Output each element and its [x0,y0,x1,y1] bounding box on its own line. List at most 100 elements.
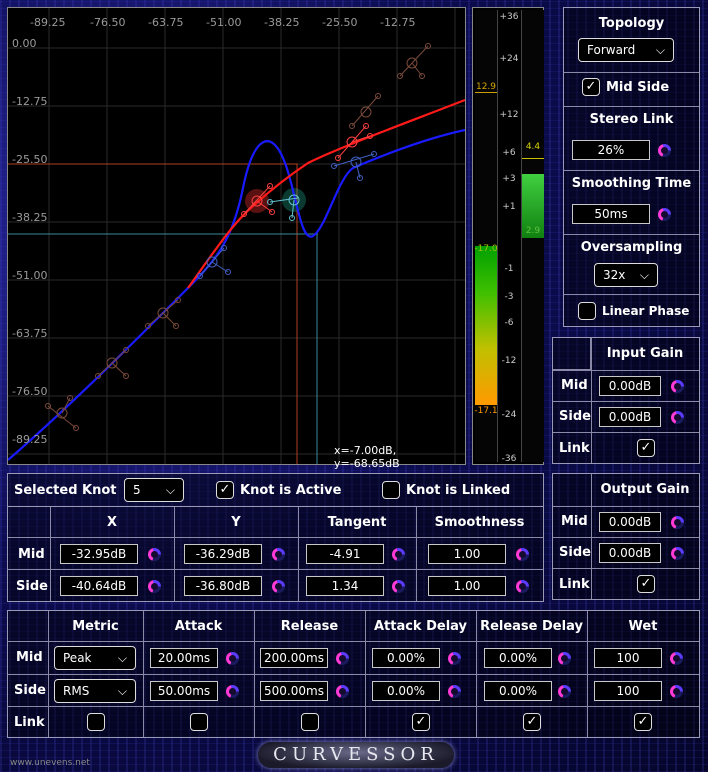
mid-side-label: Mid Side [606,80,670,95]
output-gain-side-field[interactable]: 0.00dB [599,543,661,563]
x-tick: -38.25 [264,16,300,29]
dyn-mid-release-delay-field[interactable]: 0.00% [484,648,552,668]
knot-mid-y-knob[interactable] [272,548,285,561]
input-gain-mid-label: Mid [561,378,588,393]
dyn-side-attack-knob[interactable] [226,685,239,698]
linear-phase-label: Linear Phase [602,304,690,318]
dyn-link-metric-checkbox[interactable] [87,713,105,731]
dyn-link-release-delay-checkbox[interactable]: ✓ [523,713,541,731]
knot-mid-x-knob[interactable] [148,548,161,561]
knot-mid-tangent-field[interactable]: -4.91 [306,544,384,564]
dyn-link-wet-checkbox[interactable]: ✓ [634,713,652,731]
dyn-side-metric-dropdown[interactable]: RMS ⌵ [54,679,136,703]
output-gain-mid-knob[interactable] [671,516,684,529]
output-gain-mid-field[interactable]: 0.00dB [599,512,661,532]
dyn-mid-release-field[interactable]: 200.00ms [260,648,328,668]
dyn-side-release-delay-field[interactable]: 0.00% [484,681,552,701]
knot-mid-label: Mid [18,547,45,562]
knot-side-smoothness-field[interactable]: 1.00 [428,576,506,596]
dyn-link-release-checkbox[interactable] [301,713,319,731]
chevron-down-icon: ⌵ [639,268,649,282]
meter-scale: +36 +24 +12 +6 +3 +1 -1 -3 -6 -12 -24 -3… [499,12,519,464]
input-gain-side-label: Side [559,409,591,424]
dyn-mid-metric-dropdown[interactable]: Peak ⌵ [54,646,136,670]
input-gain-side-field[interactable]: 0.00dB [599,407,661,427]
y-tick: -38.25 [12,211,48,224]
oversampling-title: Oversampling [580,240,683,255]
x-tick: -89.25 [30,16,66,29]
dyn-mid-attack-field[interactable]: 20.00ms [150,648,218,668]
output-gain-link-checkbox[interactable]: ✓ [637,575,655,593]
dynamics-table: Metric Attack Release Attack Delay Relea… [7,610,700,738]
dyn-mid-release-knob[interactable] [336,652,349,665]
website-link[interactable]: www.unevens.net [10,758,90,768]
input-gain-panel: Input Gain Mid 0.00dB Side 0.00dB Link ✓ [552,337,700,464]
output-gain-panel: Output Gain Mid 0.00dB Side 0.00dB Link … [552,473,700,600]
dyn-mid-attack-delay-field[interactable]: 0.00% [372,648,440,668]
dyn-mid-release-delay-knob[interactable] [558,652,571,665]
selected-knot-dropdown[interactable]: 5 ⌵ [124,478,184,502]
stereo-link-knob[interactable] [658,144,671,157]
y-tick: -89.25 [12,433,48,446]
knot-mid-y-field[interactable]: -36.29dB [184,544,262,564]
dyn-side-release-field[interactable]: 500.00ms [260,681,328,701]
curvessor-logo: CURVESSOR [258,742,454,768]
knot-mid-smoothness-knob[interactable] [516,548,529,561]
input-gain-mid-knob[interactable] [671,380,684,393]
y-tick: -63.75 [12,327,48,340]
dyn-col-attack: Attack [174,619,223,634]
knot-mid-x-field[interactable]: -32.95dB [60,544,138,564]
smoothing-knob[interactable] [658,208,671,221]
knot-col-tangent: Tangent [327,515,387,530]
dyn-link-attack-checkbox[interactable] [190,713,208,731]
dyn-mid-wet-knob[interactable] [670,652,683,665]
output-gain-link-label: Link [559,577,590,592]
topology-dropdown[interactable]: Forward ⌵ [578,38,674,62]
knot-active-checkbox[interactable]: ✓ [216,481,234,499]
knot-side-x-knob[interactable] [148,580,161,593]
smoothing-title: Smoothing Time [571,176,692,191]
x-tick: -51.00 [206,16,242,29]
dyn-col-wet: Wet [628,619,658,634]
cursor-readout: x=-7.00dB, y=-68.65dB [334,444,400,470]
knot-side-y-knob[interactable] [272,580,285,593]
output-gain-side-knob[interactable] [671,547,684,560]
gain-reduction-meter: 4.4 2.9 [521,10,544,462]
dyn-mid-attack-knob[interactable] [226,652,239,665]
dyn-side-release-knob[interactable] [336,685,349,698]
dyn-link-attack-delay-checkbox[interactable]: ✓ [412,713,430,731]
knot-mid-tangent-knob[interactable] [392,548,405,561]
knot-side-smoothness-knob[interactable] [516,580,529,593]
dyn-side-wet-field[interactable]: 100 [594,681,662,701]
level-meters: 12.9 -17.0 -17.1 +36 +24 +12 +6 +3 +1 -1… [472,7,544,465]
knot-side-tangent-field[interactable]: 1.34 [306,576,384,596]
knot-side-tangent-knob[interactable] [392,580,405,593]
dyn-side-attack-delay-knob[interactable] [448,685,461,698]
dyn-side-attack-field[interactable]: 50.00ms [150,681,218,701]
input-gain-side-knob[interactable] [671,411,684,424]
stereo-link-field[interactable]: 26% [572,140,650,160]
input-gain-link-checkbox[interactable]: ✓ [637,439,655,457]
output-gain-title: Output Gain [600,482,690,497]
settings-panel: Topology Forward ⌵ ✓ Mid Side Stereo Link… [563,7,700,327]
knot-side-y-field[interactable]: -36.80dB [184,576,262,596]
transfer-curve-graph[interactable]: -89.25 -76.50 -63.75 -51.00 -38.25 -25.5… [7,7,466,470]
input-gain-link-label: Link [559,441,590,456]
dyn-side-release-delay-knob[interactable] [558,685,571,698]
curve-canvas[interactable] [8,8,465,464]
knot-linked-label: Knot is Linked [406,483,511,498]
dyn-col-release-delay: Release Delay [480,619,583,634]
input-meter: 12.9 -17.0 -17.1 [474,10,498,462]
input-gain-mid-field[interactable]: 0.00dB [599,376,661,396]
dyn-side-wet-knob[interactable] [670,685,683,698]
dyn-mid-wet-field[interactable]: 100 [594,648,662,668]
mid-side-checkbox[interactable]: ✓ [582,78,600,96]
oversampling-dropdown[interactable]: 32x ⌵ [594,263,658,287]
dyn-side-attack-delay-field[interactable]: 0.00% [372,681,440,701]
knot-side-x-field[interactable]: -40.64dB [60,576,138,596]
knot-linked-checkbox[interactable] [382,481,400,499]
dyn-mid-attack-delay-knob[interactable] [448,652,461,665]
linear-phase-checkbox[interactable] [578,302,596,320]
knot-mid-smoothness-field[interactable]: 1.00 [428,544,506,564]
smoothing-field[interactable]: 50ms [572,204,650,224]
